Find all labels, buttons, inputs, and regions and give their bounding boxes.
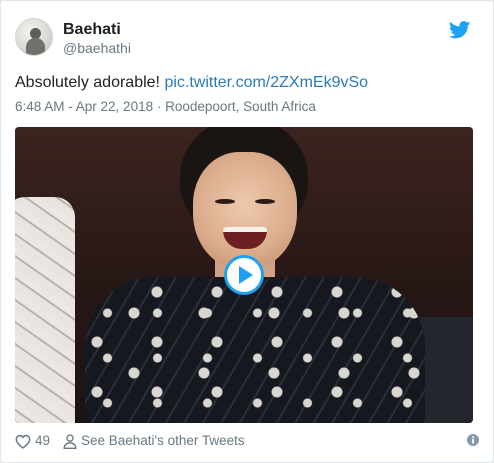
twitter-bird-icon[interactable] (449, 21, 471, 39)
display-name[interactable]: Baehati (63, 20, 131, 39)
info-icon (467, 434, 479, 446)
tweet-footer: 49 See Baehati's other Tweets (15, 432, 479, 452)
like-count: 49 (35, 433, 51, 448)
tweet-media-gif[interactable] (15, 127, 473, 423)
handle[interactable]: @baehathi (63, 39, 131, 57)
person-icon (63, 433, 77, 449)
profile-link[interactable]: See Baehati's other Tweets (63, 432, 245, 450)
info-button[interactable] (467, 434, 479, 446)
heart-icon (15, 434, 31, 449)
play-icon (239, 266, 253, 284)
tweet-timestamp-location[interactable]: 6:48 AM - Apr 22, 2018 · Roodepoort, Sou… (15, 98, 479, 116)
author-names[interactable]: Baehati @baehathi (63, 20, 131, 57)
tweet-media-link[interactable]: pic.twitter.com/2ZXmEk9vSo (164, 74, 368, 91)
profile-link-label[interactable]: See Baehati's other Tweets (81, 432, 245, 450)
embedded-tweet-card: Baehati @baehathi Absolutely adorable! p… (0, 0, 494, 463)
tweet-text: Absolutely adorable! pic.twitter.com/2ZX… (15, 73, 479, 93)
play-button[interactable] (224, 255, 264, 295)
tweet-body: Absolutely adorable! (15, 74, 165, 91)
like-button[interactable]: 49 (15, 432, 50, 450)
tweet-header: Baehati @baehathi (15, 15, 479, 63)
avatar[interactable] (15, 18, 53, 56)
